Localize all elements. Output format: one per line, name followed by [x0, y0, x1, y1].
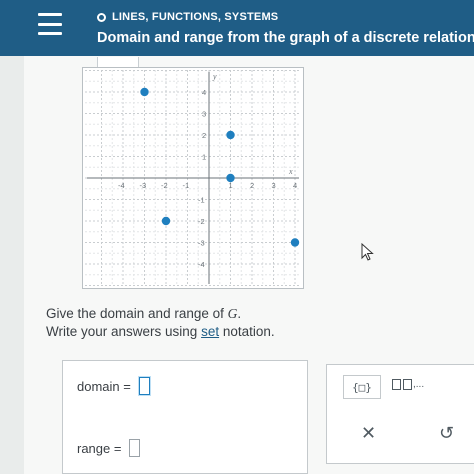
set-braces-button[interactable]: {□}: [343, 375, 381, 399]
x-tick-label: -3: [140, 181, 147, 190]
data-point: [226, 130, 235, 140]
range-row: range =: [77, 439, 141, 457]
x-tick-label: 1: [229, 181, 233, 190]
clear-button[interactable]: ✕: [361, 423, 376, 444]
topic-text: LINES, FUNCTIONS, SYSTEMS: [112, 11, 279, 23]
y-tick-label: -4: [198, 260, 205, 269]
y-tick-label: -1: [198, 196, 205, 205]
header-bar: LINES, FUNCTIONS, SYSTEMS Domain and ran…: [0, 0, 474, 56]
list-box-icon: [403, 379, 412, 390]
domain-input[interactable]: [138, 377, 150, 395]
x-tick-label: 4: [293, 181, 297, 190]
graph-container: x y -4 -3 -2 -1 1 2 3 4 4 3 2 1 -1 -2 -3 -4: [82, 67, 304, 289]
x-tick-label: 3: [272, 181, 276, 190]
x-tick-label: -2: [161, 181, 168, 190]
data-point: [140, 87, 149, 97]
data-point: [161, 216, 171, 226]
range-input[interactable]: [129, 439, 141, 457]
y-tick-label: -3: [198, 239, 205, 248]
y-axis-label: y: [212, 72, 217, 81]
hamburger-menu-icon[interactable]: [38, 13, 62, 35]
prompt-line-2-text: Write your answers using: [46, 324, 202, 339]
y-tick-label: 1: [202, 153, 206, 162]
domain-row: domain =: [77, 377, 150, 395]
undo-button[interactable]: ↺: [439, 423, 454, 444]
answer-panel: domain = range =: [62, 360, 308, 474]
undo-icon: ↺: [439, 423, 455, 443]
x-axis-label: x: [288, 167, 293, 176]
y-tick-label: -2: [198, 217, 205, 226]
domain-label: domain =: [77, 378, 131, 394]
mouse-pointer-icon: [361, 243, 374, 261]
list-button[interactable]: ,...: [391, 379, 424, 390]
y-tick-label: 3: [202, 110, 206, 119]
set-braces-icon: {□}: [352, 380, 372, 394]
list-ellipsis: ,...: [413, 379, 425, 390]
relation-variable: G: [227, 306, 238, 321]
y-tick-label: 2: [202, 131, 206, 140]
page-title: Domain and range from the graph of a dis…: [97, 30, 474, 46]
topic-circle-icon: [97, 12, 106, 22]
topic-label: LINES, FUNCTIONS, SYSTEMS: [97, 11, 278, 23]
prompt-line-1: Give the domain and range of G.: [46, 305, 275, 323]
math-toolbar: {□} ,... ✕ ↺: [326, 364, 474, 464]
prompt-line-2: Write your answers using set notation.: [46, 323, 275, 341]
range-label: range =: [77, 440, 122, 456]
x-tick-label: -1: [183, 181, 190, 190]
list-box-icon: [392, 379, 401, 390]
question-prompt: Give the domain and range of G. Write yo…: [46, 305, 275, 341]
prompt-line-1-end: .: [237, 306, 242, 321]
prompt-line-2-end: notation.: [219, 324, 275, 339]
data-point: [226, 173, 235, 183]
close-icon: ✕: [361, 423, 377, 443]
prompt-line-1-text: Give the domain and range of: [46, 306, 228, 321]
x-tick-label: -4: [118, 181, 125, 190]
data-point: [290, 238, 300, 247]
coordinate-graph: x y -4 -3 -2 -1 1 2 3 4 4 3 2 1 -1 -2 -3 -4: [85, 70, 301, 286]
x-tick-label: 2: [250, 181, 254, 190]
set-notation-link[interactable]: set: [201, 324, 219, 339]
y-tick-label: 4: [202, 88, 206, 97]
